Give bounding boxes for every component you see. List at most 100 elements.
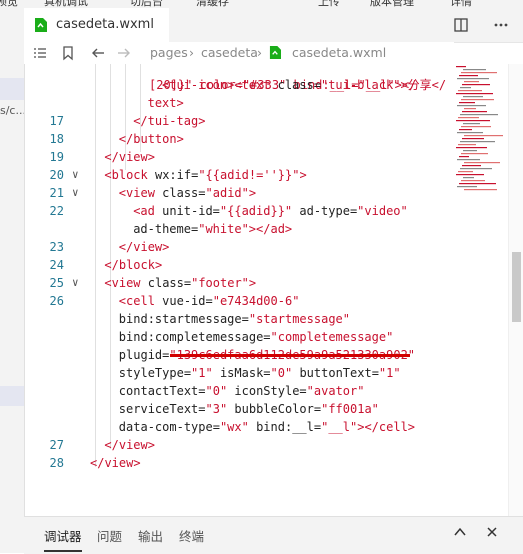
explorer-path-fragment[interactable]: s/c...: [0, 104, 24, 117]
code-line[interactable]: 22 <ad unit-id="{{adid}}" ad-type="video": [24, 202, 454, 220]
split-editor-icon[interactable]: [453, 17, 469, 33]
menu-item-background[interactable]: 切后台: [130, 0, 163, 8]
editor-tab-bar: casedeta.wxml: [24, 8, 523, 43]
code-token: "1": [191, 366, 213, 380]
code-token: <block: [104, 168, 155, 182]
tab-terminal[interactable]: 终端: [179, 526, 204, 545]
breadcrumb-segment-folder[interactable]: casedeta: [201, 45, 258, 60]
code-line[interactable]: 26 <cell vue-id="e7434d00-6": [24, 292, 454, 310]
minimap-stroke: [461, 180, 485, 182]
forward-arrow-icon[interactable]: [116, 45, 132, 61]
code-token: "footer": [191, 276, 249, 290]
wxml-file-icon: [269, 46, 281, 59]
code-text: data-com-type="wx" bind:__l="__l"></cell…: [119, 418, 415, 436]
code-line[interactable]: contactText="0" iconStyle="avator": [24, 382, 454, 400]
code-line[interactable]: 27 </view>: [24, 436, 454, 454]
minimap[interactable]: [454, 64, 506, 194]
minimap-stroke: [464, 189, 497, 191]
line-number: 18: [49, 132, 64, 146]
chevron-up-icon[interactable]: [453, 525, 467, 539]
code-token: iconStyle=: [227, 384, 307, 398]
code-line[interactable]: 21 ∨ <view class="adid">: [24, 184, 454, 202]
code-line[interactable]: 17 </tui-tag>: [24, 112, 454, 130]
code-text: <cell vue-id="e7434d00-6": [119, 292, 300, 310]
code-text: </view>: [104, 148, 155, 166]
code-text: <view class="adid">: [119, 184, 256, 202]
more-icon[interactable]: [493, 17, 509, 33]
code-token: styleType=: [118, 366, 192, 380]
code-line[interactable]: 19 </view>: [24, 148, 454, 166]
minimap-stroke: [463, 150, 477, 152]
tab-label: casedeta.wxml: [56, 17, 154, 32]
code-line[interactable]: 25 ∨ <view class="footer">: [24, 274, 454, 292]
breadcrumb-segment-pages[interactable]: pages: [150, 45, 188, 60]
code-token: "ff001a": [321, 402, 379, 416]
close-icon[interactable]: [485, 525, 499, 539]
code-token: "completemessage": [270, 330, 394, 344]
menu-item-preview[interactable]: 预览: [0, 0, 18, 8]
outline-list-icon[interactable]: [32, 45, 48, 61]
minimap-stroke: [458, 144, 476, 146]
menu-item-clear-cache[interactable]: 清缓存: [196, 0, 229, 8]
code-token: >: [299, 168, 307, 182]
code-token: </view>: [104, 150, 155, 164]
code-line[interactable]: ad-theme="white"></ad>: [24, 220, 454, 238]
code-token: "white": [198, 222, 249, 236]
code-token: ></ad>: [248, 222, 293, 236]
code-token: </view>: [90, 456, 141, 470]
bookmark-icon[interactable]: [60, 45, 76, 61]
tab-casedeta-wxml[interactable]: casedeta.wxml: [24, 8, 169, 42]
code-text: serviceText="3" bubbleColor="ff001a": [119, 400, 379, 418]
code-line[interactable]: 28 </view>: [24, 454, 454, 472]
minimap-stroke: [462, 111, 487, 113]
file-explorer-panel: s/c...: [0, 8, 25, 553]
minimap-stroke: [459, 156, 469, 158]
code-token: "0": [270, 366, 293, 380]
code-line[interactable]: bind:startmessage="startmessage": [24, 310, 454, 328]
back-arrow-icon[interactable]: [90, 45, 106, 61]
code-line[interactable]: styleType="1" isMask="0" buttonText="1": [24, 364, 454, 382]
code-text: </view>: [119, 238, 170, 256]
tab-problems[interactable]: 问题: [97, 526, 122, 545]
menu-item-device-debug[interactable]: 真机调试: [44, 0, 88, 8]
fold-chevron-icon[interactable]: ∨: [72, 274, 79, 292]
code-line[interactable]: text>: [24, 94, 454, 112]
minimap-stroke: [457, 78, 489, 80]
code-token: class=: [147, 276, 192, 290]
code-token: <cell: [118, 294, 163, 308]
vertical-scrollbar[interactable]: [508, 64, 523, 516]
explorer-hover-row[interactable]: [0, 386, 24, 406]
code-line[interactable]: <tui-icon><text class="tui-black">分享</: [24, 76, 454, 94]
code-token: "__l": [321, 420, 358, 434]
fold-chevron-icon[interactable]: ∨: [72, 166, 79, 184]
explorer-selected-row[interactable]: [0, 78, 24, 100]
breadcrumb-segment-file[interactable]: casedeta.wxml: [292, 45, 386, 60]
chevron-right-icon: ›: [189, 45, 194, 60]
code-line[interactable]: bind:completemessage="completemessage": [24, 328, 454, 346]
code-line[interactable]: 18 </button>: [24, 130, 454, 148]
code-token: "3": [205, 402, 228, 416]
code-line[interactable]: 20 ∨ <block wx:if="{{adid!=''}}">: [24, 166, 454, 184]
code-token: </view>: [104, 438, 155, 452]
minimap-stroke: [458, 90, 482, 92]
fold-chevron-icon[interactable]: ∨: [72, 184, 79, 202]
minimap-stroke: [456, 93, 493, 95]
minimap-stroke: [464, 162, 500, 164]
menu-item-upload[interactable]: 上传: [318, 0, 340, 8]
code-line[interactable]: data-com-type="wx" bind:__l="__l"></cell…: [24, 418, 454, 436]
code-line[interactable]: 23 </view>: [24, 238, 454, 256]
minimap-stroke: [463, 177, 474, 179]
tab-output[interactable]: 输出: [138, 526, 163, 545]
menu-item-details[interactable]: 详情: [450, 0, 472, 8]
code-text: bind:completemessage="completemessage": [119, 328, 394, 346]
code-line[interactable]: serviceText="3" bubbleColor="ff001a": [24, 400, 454, 418]
code-editor[interactable]: [20]}" color="#333" bind:__l="__l"></ <t…: [24, 64, 454, 516]
code-line-partial: [20]}" color="#333" bind:__l="__l"></: [24, 64, 454, 92]
menu-item-version[interactable]: 版本管理: [370, 0, 414, 8]
tab-debugger[interactable]: 调试器: [44, 526, 82, 545]
chevron-right-icon: ›: [257, 45, 262, 60]
code-token: "startmessage": [248, 312, 350, 326]
scrollbar-thumb[interactable]: [512, 252, 521, 322]
code-line[interactable]: 24 </block>: [24, 256, 454, 274]
minimap-stroke: [456, 66, 466, 68]
